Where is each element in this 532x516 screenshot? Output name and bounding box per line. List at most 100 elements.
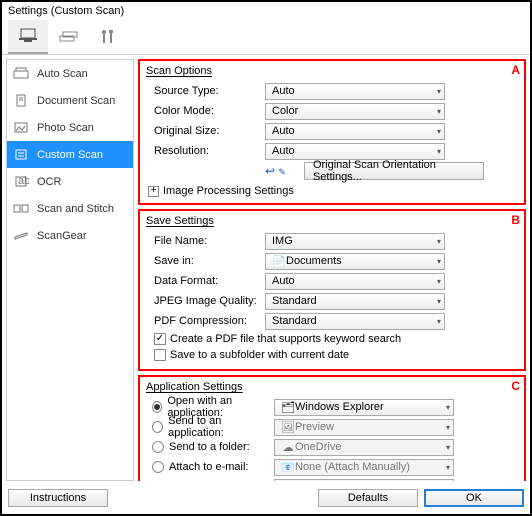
sidebar-label: OCR <box>37 176 61 188</box>
radio-off-icon <box>152 421 163 433</box>
window-title: Settings (Custom Scan) <box>2 2 530 20</box>
send-folder-select[interactable]: ☁OneDrive▾ <box>274 439 454 456</box>
radio-attach-email[interactable]: Attach to e-mail: <box>146 461 270 473</box>
panel-badge-a: A <box>511 63 520 77</box>
scan-options-title: Scan Options <box>146 65 518 77</box>
source-type-select[interactable]: Auto▾ <box>265 83 445 100</box>
top-toolbar <box>2 20 530 55</box>
ok-button[interactable]: OK <box>424 489 524 507</box>
save-settings-title: Save Settings <box>146 215 518 227</box>
chevron-down-icon: ▾ <box>446 463 450 472</box>
chevron-down-icon: ▾ <box>437 87 441 96</box>
open-with-select[interactable]: 🗂Windows Explorer▾ <box>274 399 454 416</box>
sidebar-item-photo-scan[interactable]: Photo Scan <box>7 114 133 141</box>
sidebar-item-auto-scan[interactable]: Auto Scan <box>7 60 133 87</box>
preview-icon: 🖼 <box>281 421 295 434</box>
tab-general-settings[interactable] <box>88 20 128 54</box>
subfolder-checkbox-row[interactable]: Save to a subfolder with current date <box>146 347 518 363</box>
color-mode-select[interactable]: Color▾ <box>265 103 445 120</box>
checkbox-unchecked-icon <box>154 349 166 361</box>
resolution-select[interactable]: Auto▾ <box>265 143 445 160</box>
app-settings-title: Application Settings <box>146 381 518 393</box>
original-size-label: Original Size: <box>146 125 261 137</box>
jpeg-quality-select[interactable]: Standard▾ <box>265 293 445 310</box>
main-panel: A Scan Options Source Type: Auto▾ Color … <box>138 59 526 481</box>
radio-off-icon <box>152 441 164 453</box>
onedrive-icon: ☁ <box>281 441 295 454</box>
sidebar-label: ScanGear <box>37 230 87 242</box>
scangear-icon <box>13 229 29 243</box>
data-format-label: Data Format: <box>146 275 261 287</box>
svg-text:ab: ab <box>18 175 29 187</box>
checkbox-checked-icon: ✓ <box>154 333 166 345</box>
save-in-select[interactable]: 📄Documents▾ <box>265 253 445 270</box>
start-ocr-select[interactable]: 📝Output to Text▾ <box>274 479 454 482</box>
folder-icon: 📄 <box>272 255 286 268</box>
data-format-select[interactable]: Auto▾ <box>265 273 445 290</box>
rotate-icon[interactable]: ↩ ✎ <box>265 164 286 178</box>
defaults-button[interactable]: Defaults <box>318 489 418 507</box>
sidebar-label: Custom Scan <box>37 149 103 161</box>
file-name-label: File Name: <box>146 235 261 247</box>
sidebar-item-document-scan[interactable]: Document Scan <box>7 87 133 114</box>
chevron-down-icon: ▾ <box>437 127 441 136</box>
chevron-down-icon: ▾ <box>446 403 450 412</box>
sidebar-item-custom-scan[interactable]: Custom Scan <box>7 141 133 168</box>
instructions-button[interactable]: Instructions <box>8 489 108 507</box>
chevron-down-icon: ▾ <box>446 423 450 432</box>
pdf-compression-label: PDF Compression: <box>146 315 261 327</box>
stitch-icon <box>13 202 29 216</box>
image-processing-expander[interactable]: + Image Processing Settings <box>146 185 518 197</box>
panel-badge-c: C <box>511 379 520 393</box>
document-icon <box>13 94 29 108</box>
tab-scan-from-computer[interactable] <box>8 20 48 54</box>
photo-icon <box>13 121 29 135</box>
plus-icon: + <box>148 186 159 197</box>
sidebar-item-ocr[interactable]: ab OCR <box>7 168 133 195</box>
sidebar-label: Photo Scan <box>37 122 94 134</box>
radio-on-icon <box>152 401 162 413</box>
chevron-down-icon: ▾ <box>437 317 441 326</box>
scan-options-panel: A Scan Options Source Type: Auto▾ Color … <box>138 59 526 205</box>
application-settings-panel: C Application Settings Open with an appl… <box>138 375 526 481</box>
radio-send-folder[interactable]: Send to a folder: <box>146 441 270 453</box>
panel-badge-b: B <box>511 213 520 227</box>
scanner-monitor-icon <box>17 27 39 45</box>
chevron-down-icon: ▾ <box>437 257 441 266</box>
pdf-keyword-checkbox-row[interactable]: ✓ Create a PDF file that supports keywor… <box>146 331 518 347</box>
chevron-down-icon: ▾ <box>446 443 450 452</box>
sidebar-label: Auto Scan <box>37 68 88 80</box>
mail-icon: 📧 <box>281 461 295 474</box>
original-size-select[interactable]: Auto▾ <box>265 123 445 140</box>
chevron-down-icon: ▾ <box>437 237 441 246</box>
pdf-compression-select[interactable]: Standard▾ <box>265 313 445 330</box>
sidebar: Auto Scan Document Scan Photo Scan Custo… <box>6 59 134 481</box>
sidebar-item-scangear[interactable]: ScanGear <box>7 222 133 249</box>
auto-scan-icon <box>13 67 29 81</box>
chevron-down-icon: ▾ <box>437 147 441 156</box>
chevron-down-icon: ▾ <box>437 297 441 306</box>
jpeg-quality-label: JPEG Image Quality: <box>146 295 261 307</box>
text-icon: 📝 <box>281 481 295 482</box>
attach-email-select[interactable]: 📧None (Attach Manually)▾ <box>274 459 454 476</box>
scanner-layers-icon <box>57 28 79 46</box>
radio-off-icon <box>152 461 164 473</box>
window: Settings (Custom Scan) Auto Scan <box>0 0 532 516</box>
ocr-icon: ab <box>13 175 29 189</box>
footer: Instructions Defaults OK <box>2 485 530 511</box>
tools-icon <box>97 28 119 46</box>
orientation-settings-button[interactable]: Original Scan Orientation Settings... <box>304 162 484 180</box>
sidebar-item-scan-stitch[interactable]: Scan and Stitch <box>7 195 133 222</box>
sidebar-label: Scan and Stitch <box>37 203 114 215</box>
chevron-down-icon: ▾ <box>437 107 441 116</box>
radio-send-app[interactable]: Send to an application: <box>146 415 270 439</box>
file-name-input[interactable]: IMG▾ <box>265 233 445 250</box>
resolution-label: Resolution: <box>146 145 261 157</box>
save-in-label: Save in: <box>146 255 261 267</box>
send-app-select[interactable]: 🖼Preview▾ <box>274 419 454 436</box>
custom-scan-icon <box>13 148 29 162</box>
tab-scan-from-panel[interactable] <box>48 20 88 54</box>
color-mode-label: Color Mode: <box>146 105 261 117</box>
sidebar-label: Document Scan <box>37 95 115 107</box>
explorer-icon: 🗂 <box>281 401 295 414</box>
